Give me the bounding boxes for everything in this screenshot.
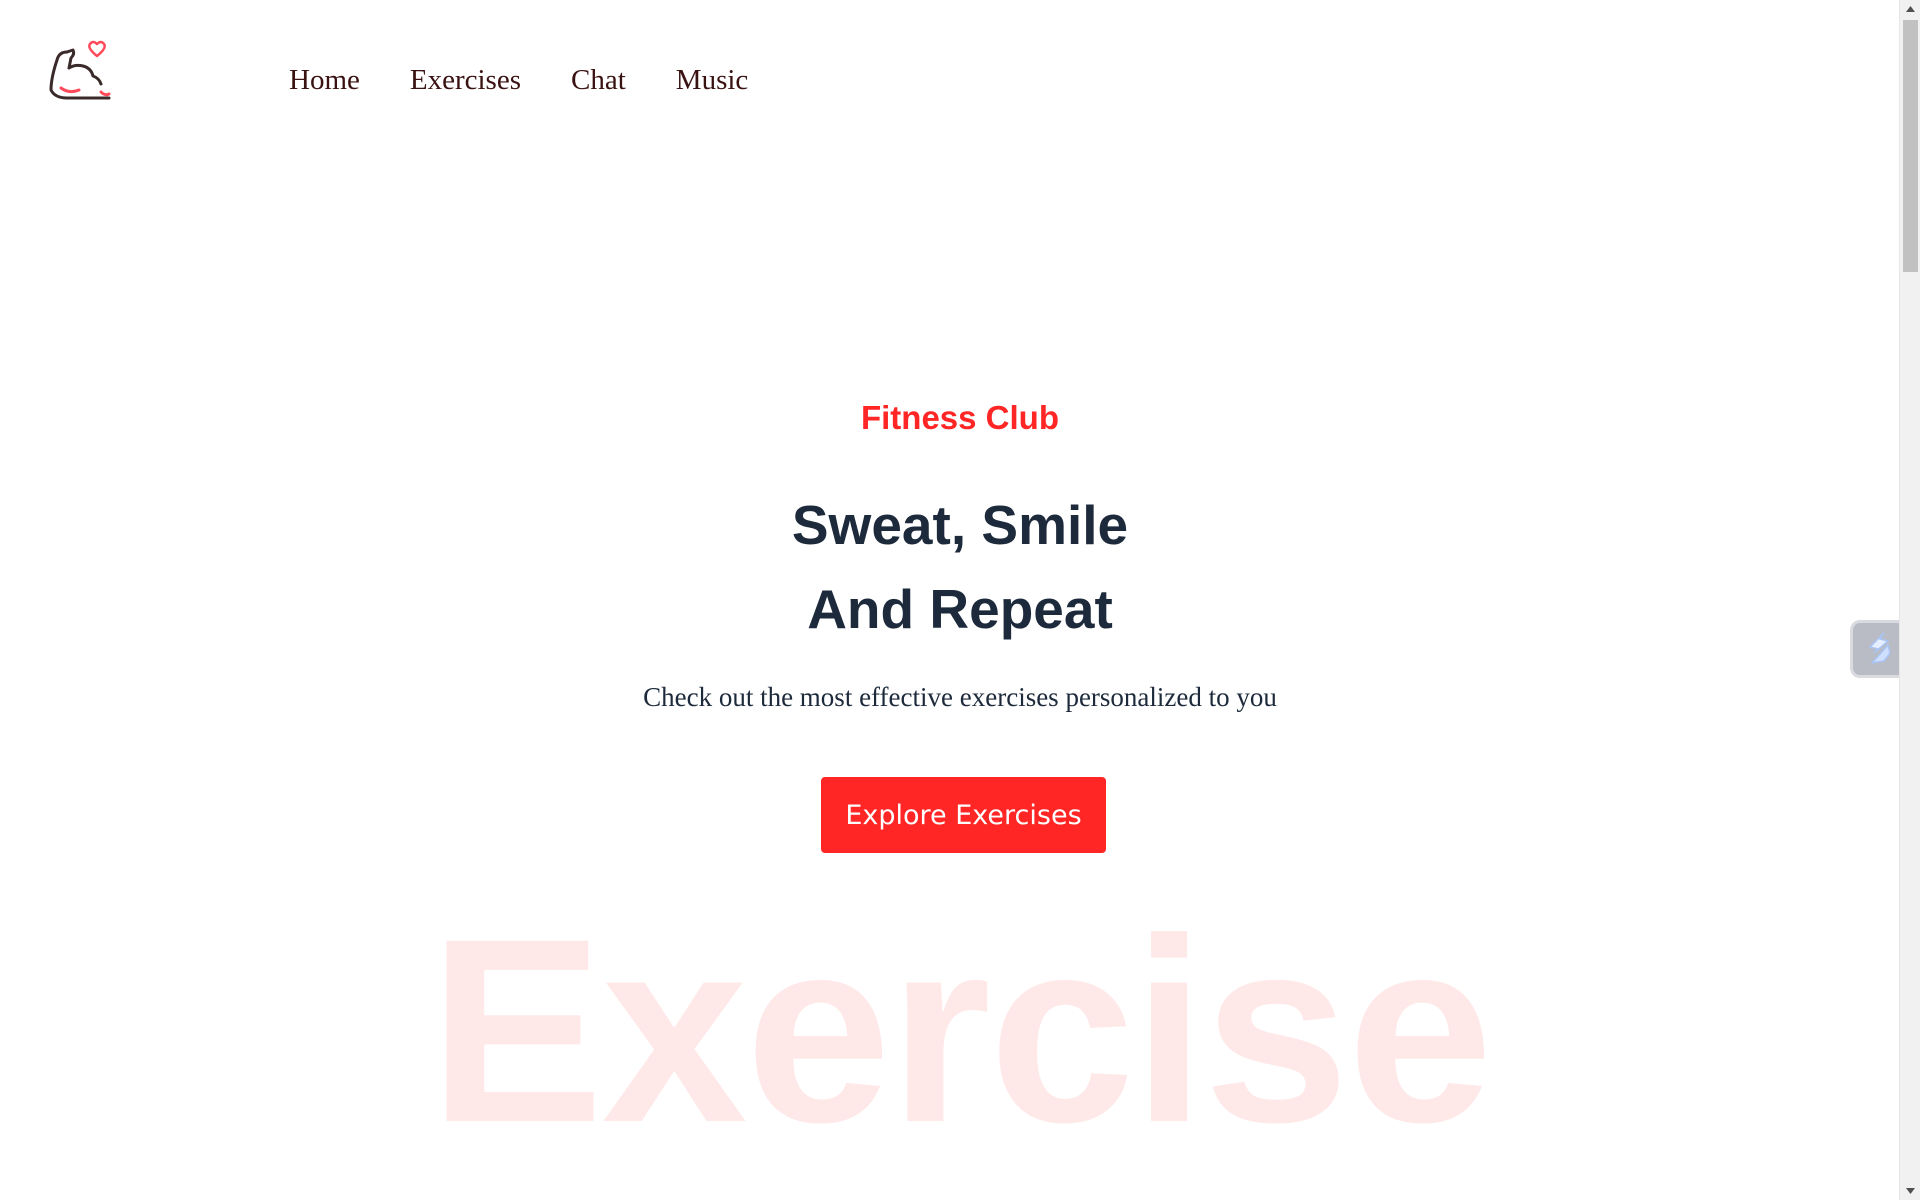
page: Home Exercises Chat Music Fitness Club S… <box>0 0 1899 1200</box>
nav-exercises-link[interactable]: Exercises <box>410 66 521 95</box>
floating-assistant-button[interactable] <box>1850 620 1899 678</box>
hero-subtitle: Check out the most effective exercises p… <box>643 682 1277 712</box>
scrollbar-thumb[interactable] <box>1903 20 1918 272</box>
nav-chat-link[interactable]: Chat <box>571 66 626 95</box>
lightning-icon <box>1869 632 1891 664</box>
hero-headline-line-2: And Repeat <box>807 578 1113 640</box>
flexed-arm-heart-icon <box>49 40 111 100</box>
hero-headline: Sweat, Smile And Repeat <box>0 483 1899 651</box>
explore-exercises-button[interactable]: Explore Exercises <box>821 777 1106 853</box>
nav-music-link[interactable]: Music <box>676 66 749 95</box>
site-logo[interactable] <box>47 38 111 102</box>
triangle-up-icon <box>1906 6 1915 12</box>
hero-eyebrow: Fitness Club <box>860 399 1060 436</box>
scroll-up-button[interactable] <box>1900 0 1920 18</box>
nav-home-link[interactable]: Home <box>289 66 360 95</box>
vertical-scrollbar[interactable] <box>1899 0 1920 1200</box>
main-nav: Home Exercises Chat Music <box>289 66 748 95</box>
scroll-down-button[interactable] <box>1900 1182 1920 1200</box>
triangle-down-icon <box>1906 1188 1915 1194</box>
hero-watermark: Exercise <box>428 884 1493 1177</box>
hero-headline-line-1: Sweat, Smile <box>791 494 1129 556</box>
